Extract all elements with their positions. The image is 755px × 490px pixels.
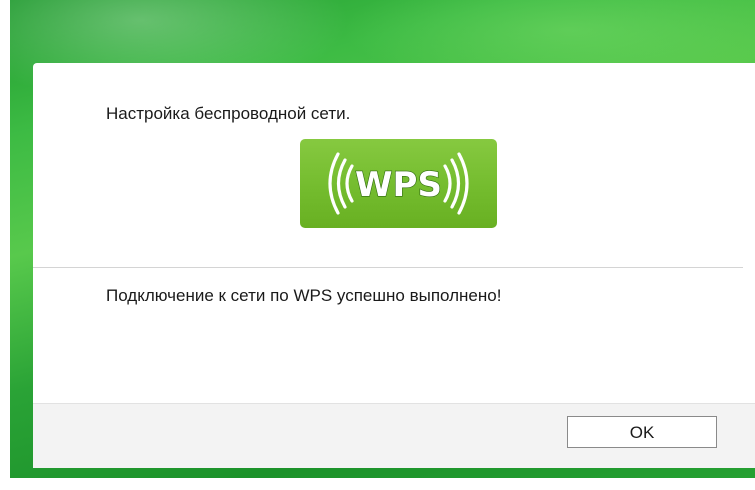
window-frame: Настройка беспроводной сети. WPS Подключ… xyxy=(10,0,755,478)
wps-logo-text: WPS xyxy=(355,165,442,205)
wps-dialog: Настройка беспроводной сети. WPS Подключ… xyxy=(33,63,755,468)
divider xyxy=(33,267,743,268)
wps-logo-icon: WPS xyxy=(300,139,497,228)
ok-button[interactable]: OK xyxy=(567,416,717,448)
status-message: Подключение к сети по WPS успешно выполн… xyxy=(106,286,502,305)
dialog-footer: OK xyxy=(33,403,755,468)
dialog-heading: Настройка беспроводной сети. xyxy=(106,104,351,123)
